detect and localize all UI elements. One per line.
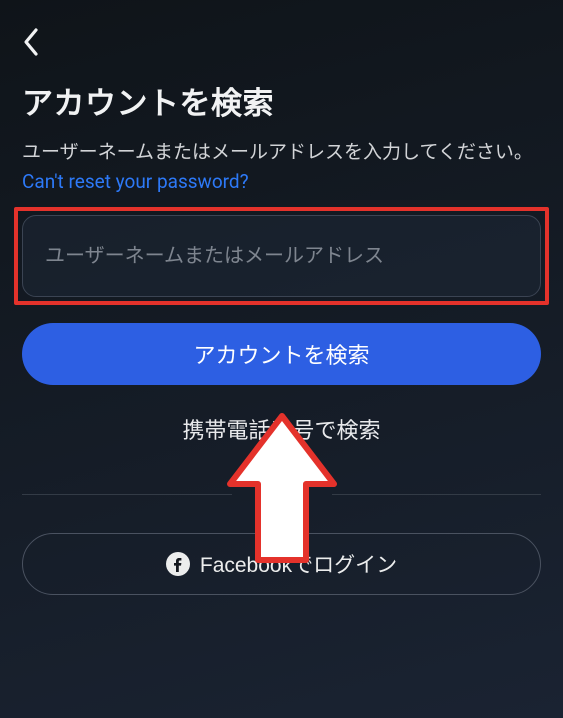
facebook-login-button[interactable]: Facebookでログイン	[22, 533, 541, 595]
screen-root: アカウントを検索 ユーザーネームまたはメールアドレスを入力してください。 Can…	[0, 0, 563, 718]
chevron-left-icon	[22, 27, 40, 57]
back-button[interactable]	[22, 24, 58, 60]
search-account-button[interactable]: アカウントを検索	[22, 323, 541, 385]
cant-reset-link[interactable]: Can't reset your password?	[22, 170, 541, 193]
header-row	[22, 24, 541, 60]
facebook-icon	[166, 552, 190, 576]
search-by-phone-link[interactable]: 携帯電話番号で検索	[22, 413, 541, 445]
page-title: アカウントを検索	[22, 78, 541, 123]
facebook-login-label: Facebookでログイン	[200, 549, 397, 579]
separator: または	[22, 481, 541, 507]
separator-label: または	[243, 485, 321, 506]
page-subtitle: ユーザーネームまたはメールアドレスを入力してください。	[22, 137, 541, 166]
input-highlight-wrap	[22, 215, 541, 297]
username-or-email-input[interactable]	[22, 215, 541, 297]
